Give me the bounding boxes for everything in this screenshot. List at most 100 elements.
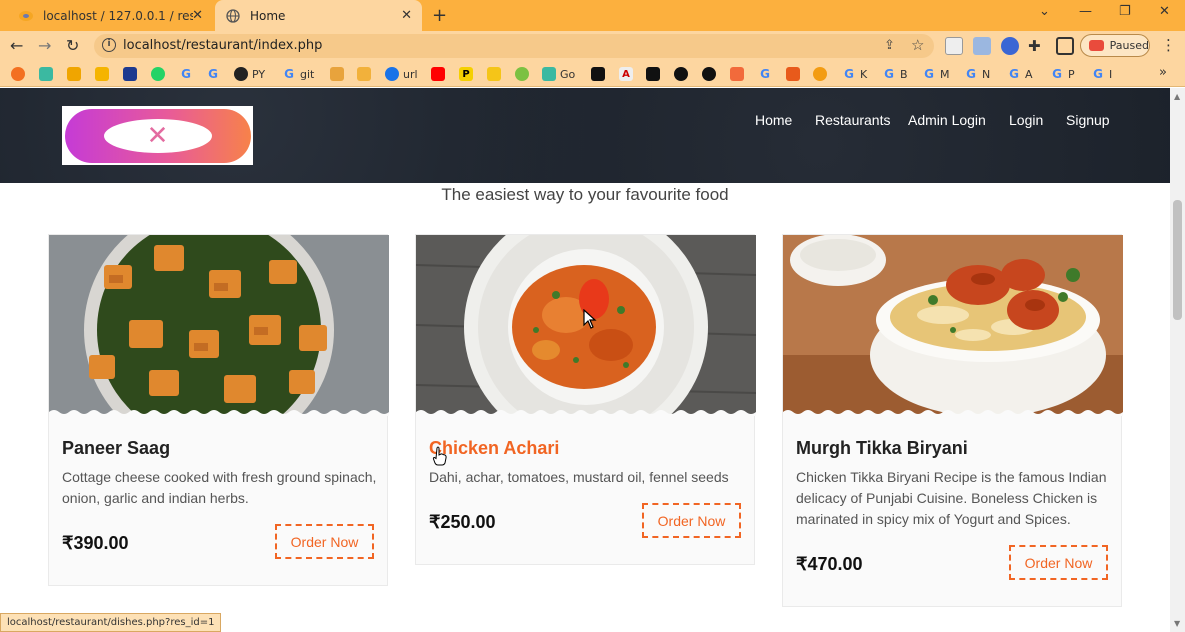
profile-paused-button[interactable]: Paused [1080, 34, 1150, 57]
close-window-icon[interactable]: ✕ [1159, 4, 1170, 19]
bookmark-item[interactable] [674, 66, 692, 82]
a-extension-icon[interactable] [1001, 37, 1019, 55]
page-scrollbar[interactable]: ▲ ▼ [1170, 88, 1185, 632]
scroll-down-icon[interactable]: ▼ [1174, 619, 1180, 628]
nav-home[interactable]: Home [755, 112, 792, 128]
bookmark-item[interactable]: G [179, 66, 197, 82]
restore-icon[interactable]: ❐ [1119, 4, 1131, 19]
close-tab-icon[interactable]: ✕ [401, 8, 412, 23]
share-icon[interactable]: ⇪ [884, 38, 895, 53]
bookmark-item[interactable]: url [385, 66, 418, 82]
bookmarks-bar: G G PY Ggit url P Go A G GK GB GM GN GA … [0, 61, 1185, 87]
minimize-icon[interactable]: — [1079, 4, 1092, 19]
tab-phpmyadmin[interactable]: localhost / 127.0.0.1 / rest / adm ✕ [8, 0, 213, 31]
bookmark-item[interactable] [786, 66, 804, 82]
bookmark-item[interactable] [487, 66, 505, 82]
bookmark-item[interactable] [330, 66, 348, 82]
bookmark-icon [330, 67, 344, 81]
scroll-up-icon[interactable]: ▲ [1174, 92, 1180, 101]
bookmark-label: I [1109, 67, 1113, 81]
wavy-divider [416, 410, 756, 416]
bookmark-item[interactable]: GN [964, 66, 990, 82]
bookmark-star-icon[interactable]: ☆ [911, 36, 924, 54]
site-info-icon[interactable]: i [102, 38, 116, 52]
nav-login[interactable]: Login [1009, 112, 1043, 128]
bookmark-item[interactable]: GM [922, 66, 949, 82]
bookmark-item[interactable] [515, 66, 533, 82]
bookmark-icon [646, 67, 660, 81]
side-panel-icon[interactable] [1056, 37, 1074, 55]
bookmark-label: B [900, 67, 908, 81]
bookmark-icon [674, 67, 688, 81]
bookmark-item[interactable] [730, 66, 748, 82]
bookmark-item[interactable] [95, 66, 113, 82]
profile-avatar [1089, 40, 1104, 51]
bookmark-item[interactable]: G [758, 66, 776, 82]
tab-home[interactable]: Home ✕ [215, 0, 422, 31]
nav-restaurants[interactable]: Restaurants [815, 112, 890, 128]
bookmark-item[interactable] [357, 66, 375, 82]
bookmark-item[interactable] [39, 66, 57, 82]
bookmark-item[interactable] [702, 66, 720, 82]
dish-name[interactable]: Murgh Tikka Biryani [796, 438, 968, 459]
browser-menu-icon[interactable]: ⋮ [1161, 36, 1176, 54]
forward-icon[interactable]: → [38, 36, 51, 55]
order-now-button[interactable]: Order Now [642, 503, 741, 538]
dish-name[interactable]: Paneer Saag [62, 438, 170, 459]
new-tab-icon[interactable]: + [432, 5, 447, 26]
reload-icon[interactable]: ↻ [66, 36, 79, 55]
bookmark-icon [357, 67, 371, 81]
image-extension-icon[interactable] [973, 37, 991, 55]
address-url[interactable]: localhost/restaurant/index.php [123, 38, 322, 53]
site-header: ✕ Home Restaurants Admin Login Login Sig… [0, 88, 1170, 183]
bookmark-icon [11, 67, 25, 81]
back-icon[interactable]: ← [10, 36, 23, 55]
bookmark-icon: A [619, 67, 633, 81]
bookmark-item[interactable]: G [206, 66, 224, 82]
bookmark-item[interactable]: PY [234, 66, 265, 82]
bookmark-item[interactable] [11, 66, 29, 82]
bookmark-item[interactable]: GB [882, 66, 908, 82]
chart-icon [95, 67, 109, 81]
bookmark-item[interactable]: A [619, 66, 637, 82]
wavy-divider [49, 410, 389, 416]
bookmark-item[interactable] [431, 66, 449, 82]
bookmark-item[interactable] [123, 66, 141, 82]
paused-label: Paused [1109, 39, 1149, 52]
bookmark-item[interactable]: P [459, 66, 477, 82]
google-icon: G [208, 67, 218, 81]
bookmark-item[interactable] [151, 66, 169, 82]
address-bar[interactable]: i localhost/restaurant/index.php ⇪ ☆ [94, 34, 934, 58]
bookmark-item[interactable] [813, 66, 831, 82]
bookmark-item[interactable]: GK [842, 66, 867, 82]
bookmark-item[interactable] [646, 66, 664, 82]
tab-search-icon[interactable]: ⌄ [1039, 4, 1050, 19]
dish-description: Dahi, achar, tomatoes, mustard oil, fenn… [429, 469, 729, 485]
dish-name[interactable]: Chicken Achari [429, 438, 559, 459]
order-now-button[interactable]: Order Now [1009, 545, 1108, 580]
fork-spoon-icon: ✕ [103, 118, 212, 153]
site-logo[interactable]: ✕ [62, 106, 253, 165]
bookmark-item[interactable]: Go [542, 66, 575, 82]
scrollbar-thumb[interactable] [1173, 200, 1182, 320]
panda-extension-icon[interactable] [945, 37, 963, 55]
bookmark-item[interactable]: GI [1091, 66, 1112, 82]
dish-image[interactable] [783, 235, 1123, 416]
puzzle-extensions-icon[interactable]: ✚ [1028, 37, 1046, 55]
dish-image[interactable] [49, 235, 389, 416]
order-now-button[interactable]: Order Now [275, 524, 374, 559]
bookmark-item[interactable] [591, 66, 609, 82]
nav-admin-login[interactable]: Admin Login [908, 112, 986, 128]
nav-signup[interactable]: Signup [1066, 112, 1110, 128]
hand-pointer-icon [432, 446, 447, 466]
google-icon: G [844, 67, 854, 81]
bookmark-label: url [403, 67, 418, 81]
bookmark-item[interactable] [67, 66, 85, 82]
close-tab-icon[interactable]: ✕ [192, 8, 203, 23]
bookmark-item[interactable]: GP [1050, 66, 1075, 82]
more-bookmarks-icon[interactable]: » [1159, 65, 1167, 80]
bookmark-item[interactable]: GA [1007, 66, 1032, 82]
bookmark-item[interactable]: Ggit [282, 66, 314, 82]
page-viewport: ✕ Home Restaurants Admin Login Login Sig… [0, 88, 1170, 632]
bookmark-icon [542, 67, 556, 81]
